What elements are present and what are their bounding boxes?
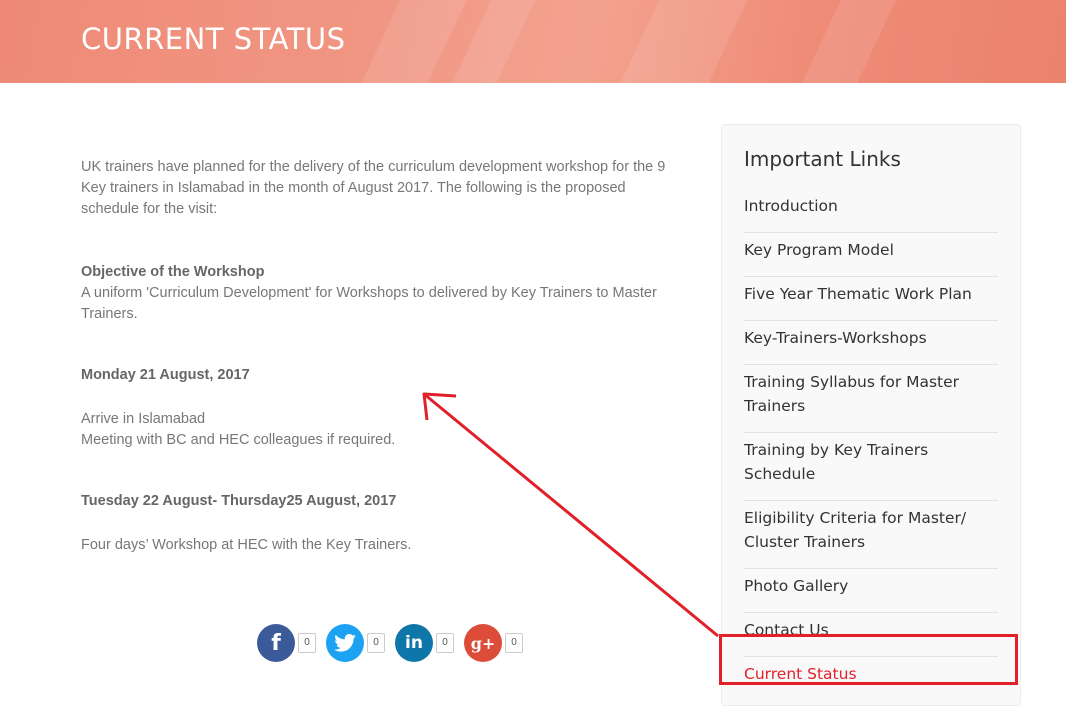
sidebar-link-training-syllabus[interactable]: Training Syllabus for Master Trainers [744, 365, 998, 433]
sidebar-link-list: Introduction Key Program Model Five Year… [744, 189, 998, 700]
intro-paragraph: UK trainers have planned for the deliver… [81, 157, 681, 220]
day1-body: Arrive in Islamabad Meeting with BC and … [81, 409, 395, 451]
sidebar-link-work-plan[interactable]: Five Year Thematic Work Plan [744, 277, 998, 321]
sidebar-link-eligibility-criteria[interactable]: Eligibility Criteria for Master/ Cluster… [744, 501, 998, 569]
page-title: CURRENT STATUS [81, 22, 346, 56]
intro-text: UK trainers have planned for the deliver… [81, 159, 666, 217]
share-google-plus[interactable]: g+ 0 [464, 624, 523, 662]
share-linkedin[interactable]: in 0 [395, 624, 454, 662]
day1-heading: Monday 21 August, 2017 [81, 367, 250, 383]
share-bar: f 0 0 in 0 g+ 0 [257, 623, 533, 663]
share-count: 0 [505, 633, 523, 653]
day1-line: Meeting with BC and HEC colleagues if re… [81, 432, 396, 448]
share-twitter[interactable]: 0 [326, 624, 385, 662]
day1-line: Arrive in Islamabad [81, 411, 206, 427]
facebook-icon[interactable]: f [257, 624, 295, 662]
objective-section: Objective of the Workshop A uniform 'Cur… [81, 262, 681, 325]
share-facebook[interactable]: f 0 [257, 624, 316, 662]
share-count: 0 [367, 633, 385, 653]
sidebar-link-key-trainers-workshops[interactable]: Key-Trainers-Workshops [744, 321, 998, 365]
google-plus-icon[interactable]: g+ [464, 624, 502, 662]
day2-body: Four days’ Workshop at HEC with the Key … [81, 535, 411, 556]
share-count: 0 [436, 633, 454, 653]
sidebar-link-contact-us[interactable]: Contact Us [744, 613, 998, 657]
twitter-icon[interactable] [326, 624, 364, 662]
sidebar-link-current-status[interactable]: Current Status [744, 657, 998, 700]
sidebar-link-key-program-model[interactable]: Key Program Model [744, 233, 998, 277]
objective-heading: Objective of the Workshop [81, 264, 265, 280]
important-links-sidebar: Important Links Introduction Key Program… [721, 124, 1021, 706]
sidebar-link-training-schedule[interactable]: Training by Key Trainers Schedule [744, 433, 998, 501]
day2-heading: Tuesday 22 August- Thursday25 August, 20… [81, 493, 397, 509]
day2-line: Four days’ Workshop at HEC with the Key … [81, 537, 412, 553]
linkedin-icon[interactable]: in [395, 624, 433, 662]
sidebar-link-introduction[interactable]: Introduction [744, 189, 998, 233]
page-banner: CURRENT STATUS [0, 0, 1066, 83]
sidebar-link-photo-gallery[interactable]: Photo Gallery [744, 569, 998, 613]
sidebar-title: Important Links [744, 147, 901, 171]
objective-text: A uniform 'Curriculum Development' for W… [81, 285, 657, 322]
share-count: 0 [298, 633, 316, 653]
